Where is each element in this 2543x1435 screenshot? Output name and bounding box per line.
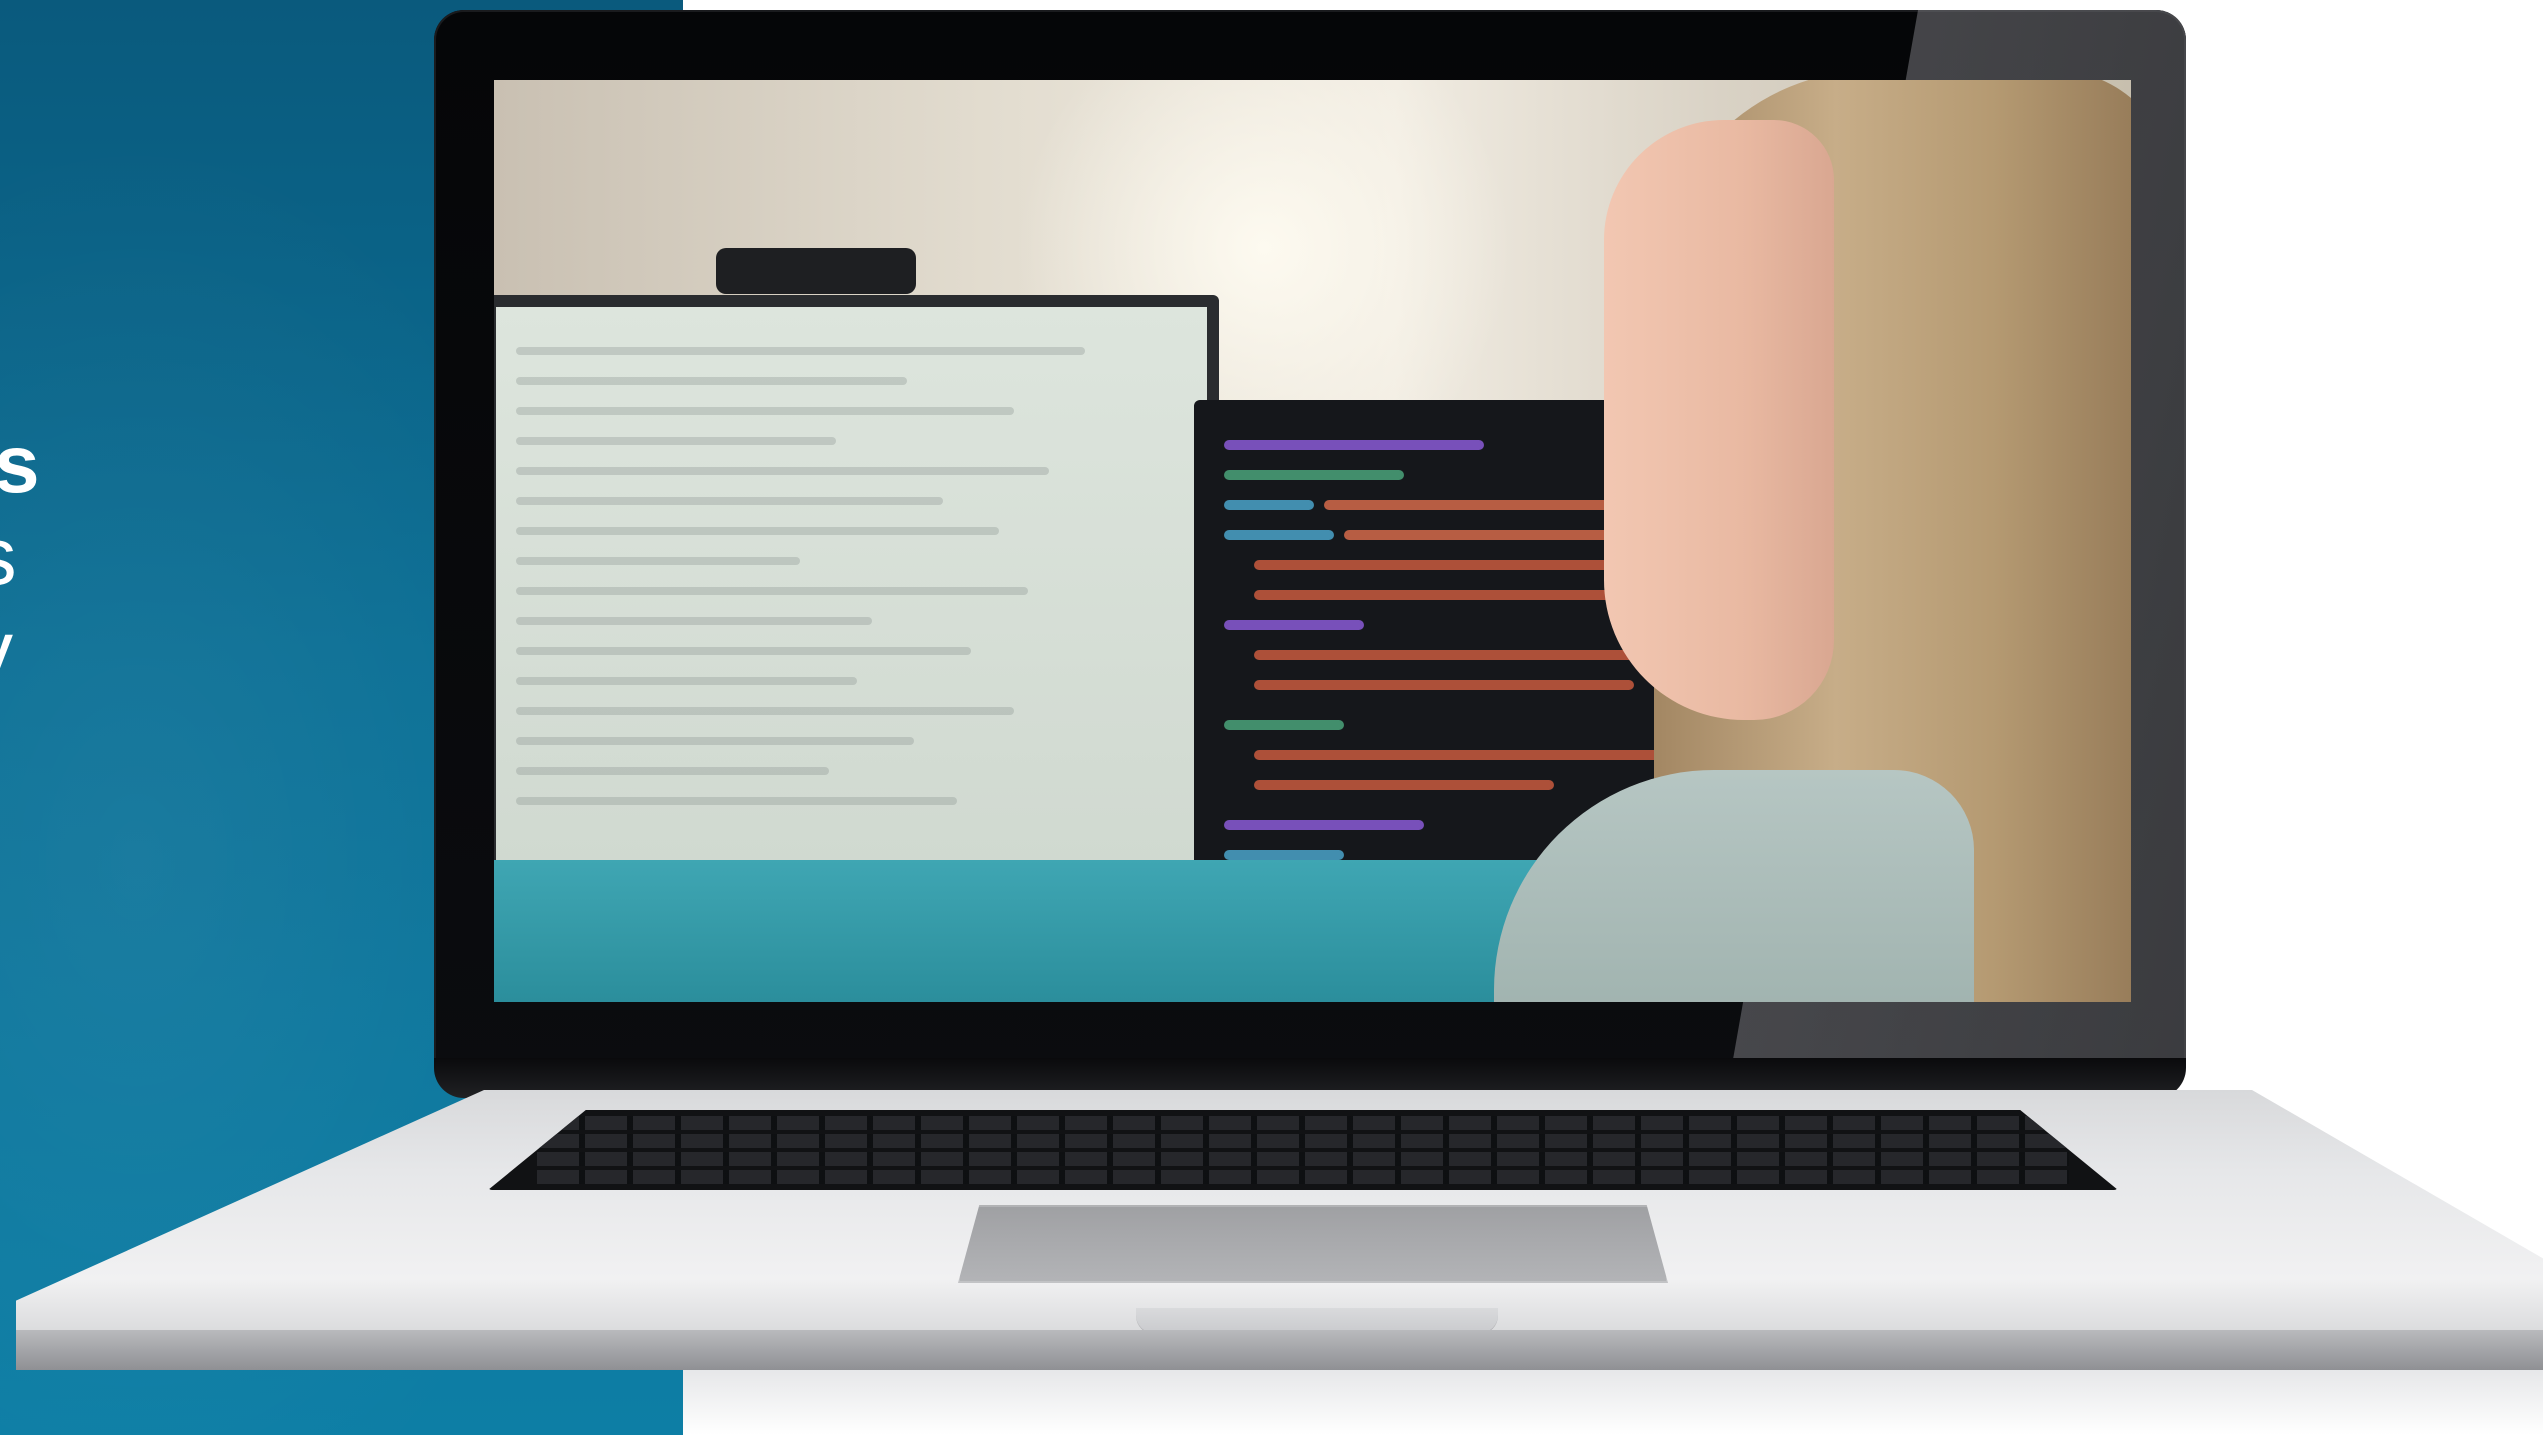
surface-reflection — [683, 1370, 2543, 1435]
laptop-screen-video[interactable] — [494, 80, 2131, 1002]
person-face — [1604, 120, 1834, 720]
webcam-device — [716, 248, 916, 294]
background-monitor-left — [494, 295, 1219, 955]
laptop-base-edge — [16, 1330, 2543, 1370]
hero-scene: s as y — [0, 0, 2543, 1435]
trackpad — [958, 1205, 1668, 1283]
laptop-mockup — [0, 0, 2543, 1435]
keyboard — [488, 1110, 2118, 1190]
